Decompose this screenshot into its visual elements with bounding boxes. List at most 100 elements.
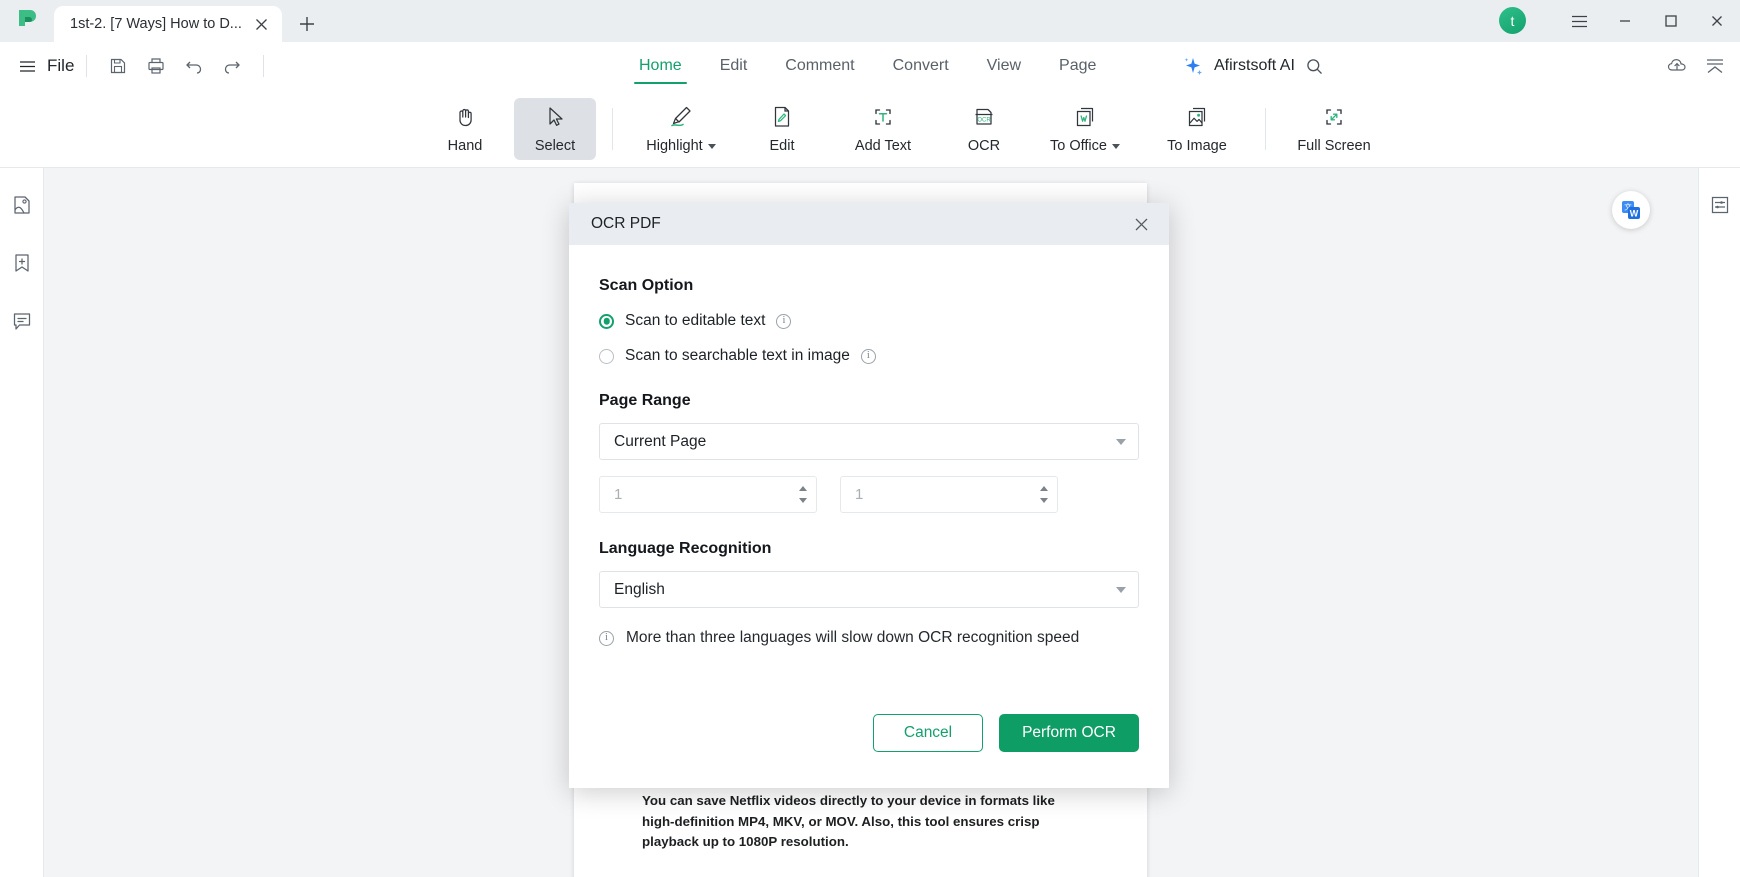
undo-button[interactable] <box>175 49 213 83</box>
tool-to-office-label: To Office <box>1050 138 1120 154</box>
redo-icon <box>225 61 241 74</box>
tab-home[interactable]: Home <box>620 42 701 90</box>
tool-full-screen-label: Full Screen <box>1297 138 1371 154</box>
tool-hand[interactable]: Hand <box>424 98 506 160</box>
page-to-value[interactable]: 1 <box>855 486 1031 503</box>
page-to-stepper[interactable]: 1 <box>840 476 1058 513</box>
save-button[interactable] <box>99 49 137 83</box>
radio-indicator-selected[interactable] <box>599 313 614 329</box>
tool-highlight[interactable]: Highlight <box>629 98 733 160</box>
stepper-down-icon[interactable] <box>1040 498 1048 504</box>
minimize-button[interactable] <box>1602 0 1648 42</box>
maximize-icon <box>1665 15 1677 27</box>
bookmark-add-icon <box>14 254 29 272</box>
radio-scan-editable-text[interactable]: Scan to editable text i <box>599 312 1139 330</box>
stepper-up-icon[interactable] <box>799 485 807 491</box>
dialog-close-button[interactable] <box>1127 210 1155 238</box>
page-range-group: Page Range Current Page 1 1 <box>599 392 1139 513</box>
main-menu-button[interactable] <box>1556 0 1602 42</box>
cancel-button[interactable]: Cancel <box>873 714 983 752</box>
svg-text:OCR: OCR <box>977 117 991 123</box>
close-window-button[interactable] <box>1694 0 1740 42</box>
tool-ocr[interactable]: OCR OCR <box>943 98 1025 160</box>
perform-ocr-button[interactable]: Perform OCR <box>999 714 1139 752</box>
maximize-button[interactable] <box>1648 0 1694 42</box>
tab-convert[interactable]: Convert <box>874 42 968 90</box>
full-screen-icon <box>1326 109 1342 125</box>
cloud-upload-button[interactable] <box>1666 55 1688 77</box>
tool-full-screen[interactable]: Full Screen <box>1282 98 1386 160</box>
sidebar-item-comments[interactable] <box>7 306 37 336</box>
sidebar-item-properties[interactable] <box>1705 190 1735 220</box>
svg-text:W: W <box>1630 208 1639 218</box>
page-range-select-value: Current Page <box>614 432 707 450</box>
chevron-down-icon[interactable] <box>1111 143 1120 149</box>
tab-comment[interactable]: Comment <box>766 42 873 90</box>
ribbon-tab-list: Home Edit Comment Convert View Page <box>620 42 1115 90</box>
document-tab[interactable]: 1st-2. [7 Ways] How to D... <box>54 6 282 42</box>
hamburger-menu-icon <box>1571 15 1587 27</box>
language-heading: Language Recognition <box>599 540 772 557</box>
tab-close-icon[interactable] <box>250 13 272 35</box>
radio-indicator-unselected[interactable] <box>599 348 614 364</box>
comment-icon <box>13 313 30 330</box>
search-button[interactable] <box>1305 57 1324 76</box>
menu-divider-left <box>86 55 88 77</box>
tool-add-text[interactable]: Add Text <box>831 98 935 160</box>
file-menu-label: File <box>47 56 75 75</box>
tool-ocr-label: OCR <box>967 138 1001 154</box>
print-button[interactable] <box>137 49 175 83</box>
properties-sliders-icon <box>1711 196 1728 214</box>
info-icon[interactable]: i <box>776 313 792 329</box>
language-select[interactable]: English <box>599 571 1139 608</box>
page-to-arrows <box>1031 477 1057 512</box>
tool-to-image-label: To Image <box>1167 138 1227 154</box>
file-menu-button[interactable]: File <box>18 56 74 76</box>
radio-scan-editable-text-label: Scan to editable text <box>625 312 766 329</box>
tab-edit[interactable]: Edit <box>701 42 767 90</box>
tool-select[interactable]: Select <box>514 97 596 160</box>
tool-to-office-text: To Office <box>1050 138 1107 154</box>
sidebar-item-bookmarks[interactable] <box>7 248 37 278</box>
chevron-down-icon[interactable] <box>707 143 716 149</box>
tab-page[interactable]: Page <box>1040 42 1115 90</box>
toolbar-divider-2 <box>1265 107 1266 150</box>
to-word-icon <box>1076 107 1094 127</box>
tab-view[interactable]: View <box>968 42 1040 90</box>
radio-scan-searchable-image[interactable]: Scan to searchable text in image i <box>599 347 1139 365</box>
user-avatar[interactable]: t <box>1499 7 1526 34</box>
tool-to-image[interactable]: To Image <box>1145 98 1249 160</box>
stepper-up-icon[interactable] <box>1040 485 1048 491</box>
pdf-body-text: You can save Netflix videos directly to … <box>642 793 1055 850</box>
right-sidebar <box>1698 168 1740 877</box>
tool-to-office[interactable]: To Office <box>1033 98 1137 160</box>
tool-edit[interactable]: Edit <box>741 98 823 160</box>
stepper-down-icon[interactable] <box>799 498 807 504</box>
page-from-arrows <box>790 477 816 512</box>
sidebar-item-thumbnails[interactable] <box>7 190 37 220</box>
document-tab-label: 1st-2. [7 Ways] How to D... <box>70 16 242 32</box>
redo-button[interactable] <box>213 49 251 83</box>
page-range-inputs: 1 1 <box>599 476 1139 513</box>
tool-add-text-label: Add Text <box>854 138 912 154</box>
title-bar: 1st-2. [7 Ways] How to D... t <box>0 0 1740 42</box>
radio-scan-searchable-image-label: Scan to searchable text in image <box>625 347 850 364</box>
tool-edit-label: Edit <box>769 138 795 154</box>
translate-fab-button[interactable]: 文 W <box>1612 191 1650 229</box>
scan-option-heading: Scan Option <box>599 277 694 294</box>
edit-page-icon <box>774 106 790 127</box>
info-icon: i <box>599 630 614 646</box>
collapse-ribbon-button[interactable] <box>1704 55 1726 77</box>
info-icon[interactable]: i <box>860 348 876 364</box>
tool-hand-label: Hand <box>447 138 483 154</box>
new-tab-button[interactable] <box>290 6 324 42</box>
page-range-select[interactable]: Current Page <box>599 423 1139 460</box>
ai-assistant-label[interactable]: Afirstsoft AI <box>1214 57 1295 75</box>
ocr-pdf-dialog[interactable]: OCR PDF Scan Option Scan to editable tex… <box>569 203 1169 788</box>
plus-icon <box>300 17 314 31</box>
app-logo <box>0 0 54 42</box>
minimize-icon <box>1620 20 1630 22</box>
print-icon <box>148 58 165 74</box>
page-from-value[interactable]: 1 <box>614 486 790 503</box>
page-from-stepper[interactable]: 1 <box>599 476 817 513</box>
